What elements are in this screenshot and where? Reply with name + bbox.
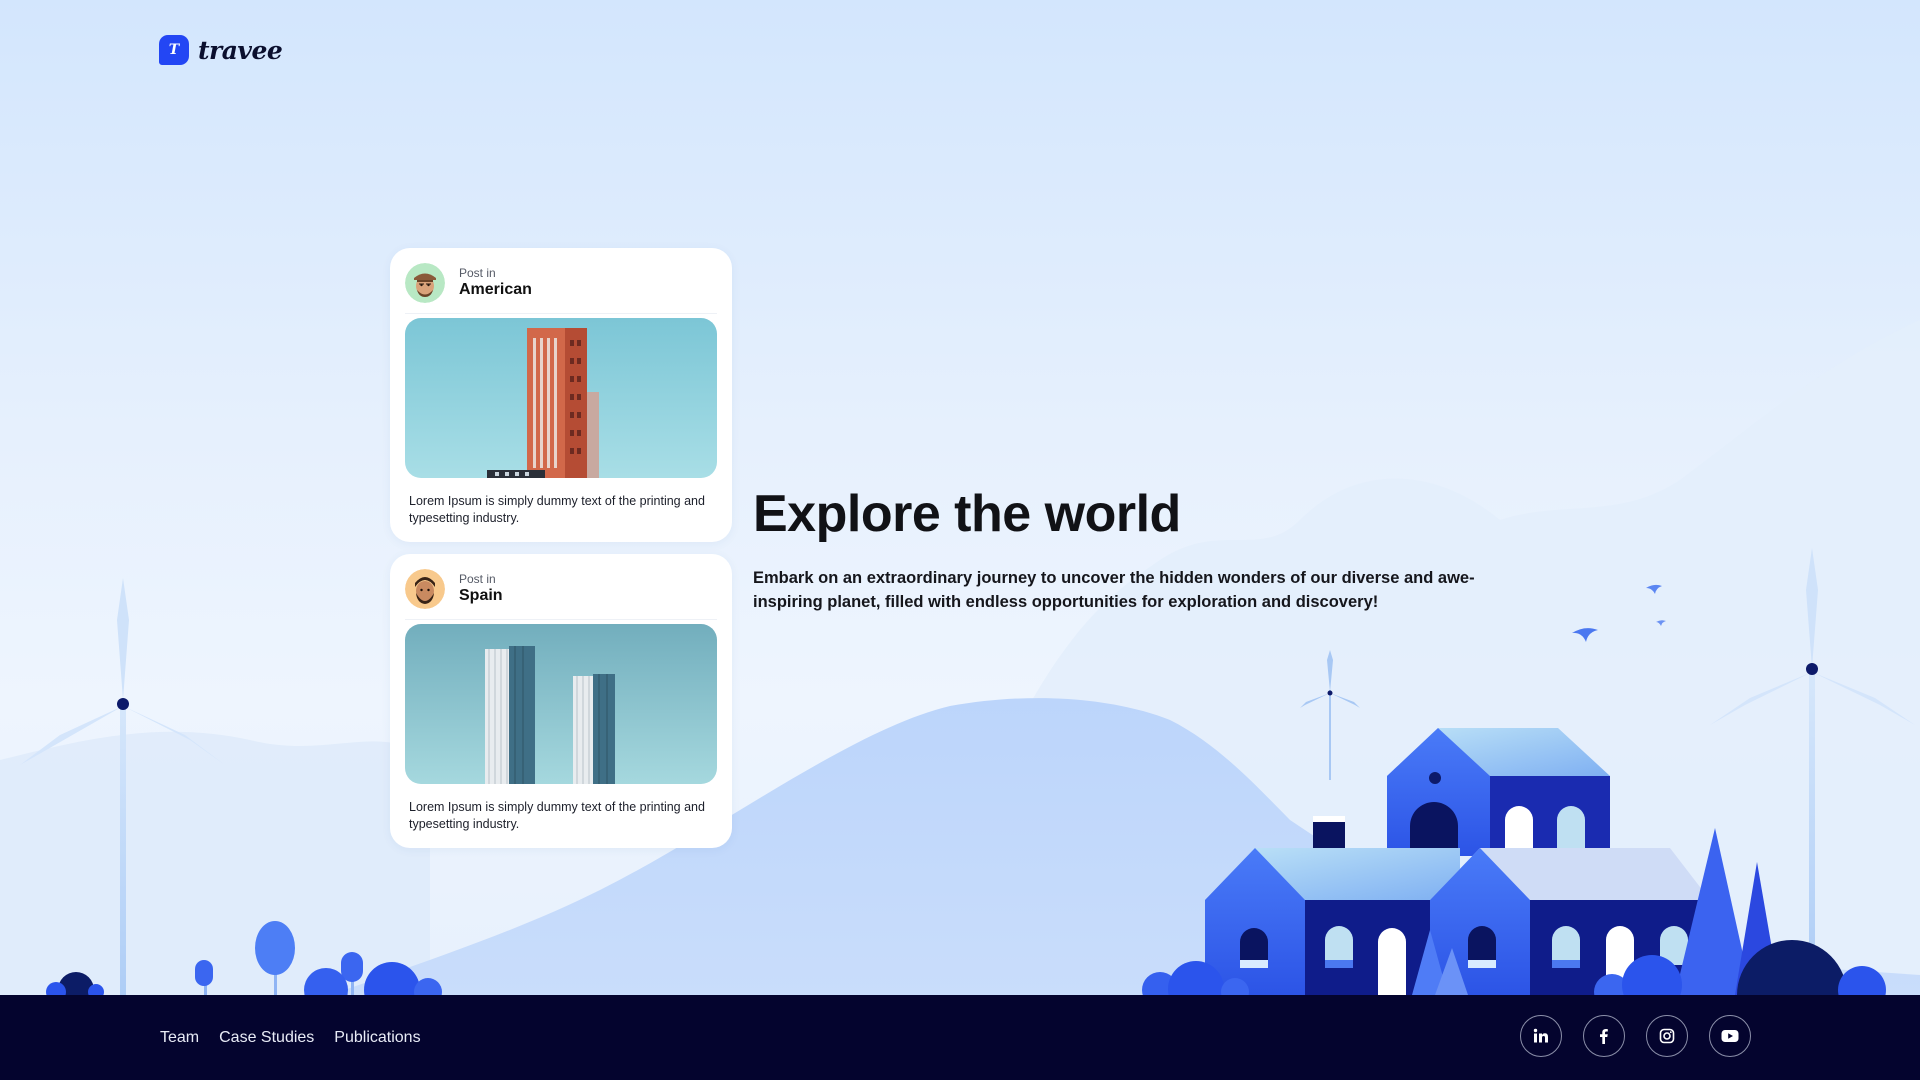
post-in-label: Post in xyxy=(459,266,496,280)
instagram-button[interactable] xyxy=(1646,1015,1688,1057)
post-location[interactable]: Spain xyxy=(459,587,503,605)
red-tower-building-image xyxy=(405,318,717,478)
social-links xyxy=(1520,1015,1751,1057)
brand-logo[interactable]: T travee xyxy=(159,35,283,65)
post-meta: Post in Spain xyxy=(459,572,503,605)
footer: Team Case Studies Publications xyxy=(0,995,1920,1080)
linkedin-icon xyxy=(1533,1028,1548,1043)
logo-mark-icon: T xyxy=(159,35,189,65)
facebook-icon xyxy=(1600,1029,1608,1044)
post-description: Lorem Ipsum is simply dummy text of the … xyxy=(409,494,705,525)
footer-nav: Team Case Studies Publications xyxy=(160,995,421,1080)
twin-towers-building-image xyxy=(405,624,717,784)
avatar-man-beard-icon xyxy=(405,569,445,609)
hero-title: Explore the world xyxy=(753,485,1181,543)
youtube-button[interactable] xyxy=(1709,1015,1751,1057)
post-card-header: Post in American xyxy=(405,263,717,314)
footer-link-case-studies[interactable]: Case Studies xyxy=(219,1029,314,1047)
hero-description: Embark on an extraordinary journey to un… xyxy=(753,569,1475,611)
avatar[interactable] xyxy=(405,263,445,303)
facebook-button[interactable] xyxy=(1583,1015,1625,1057)
post-description: Lorem Ipsum is simply dummy text of the … xyxy=(409,800,705,831)
avatar[interactable] xyxy=(405,569,445,609)
post-image[interactable] xyxy=(405,624,717,784)
post-card-header: Post in Spain xyxy=(405,569,717,620)
post-card[interactable]: Post in Spain Lorem Ipsum is simply dumm… xyxy=(390,554,732,848)
youtube-icon xyxy=(1721,1030,1739,1042)
avatar-man-hat-icon xyxy=(405,263,445,303)
footer-link-team[interactable]: Team xyxy=(160,1029,199,1047)
linkedin-button[interactable] xyxy=(1520,1015,1562,1057)
post-in-label: Post in xyxy=(459,572,496,586)
post-meta: Post in American xyxy=(459,266,532,299)
post-image[interactable] xyxy=(405,318,717,478)
post-card[interactable]: Post in American Lorem Ipsum is simply d… xyxy=(390,248,732,542)
post-location[interactable]: American xyxy=(459,281,532,299)
brand-name: travee xyxy=(198,35,283,65)
instagram-icon xyxy=(1659,1028,1675,1044)
footer-link-publications[interactable]: Publications xyxy=(334,1029,420,1047)
